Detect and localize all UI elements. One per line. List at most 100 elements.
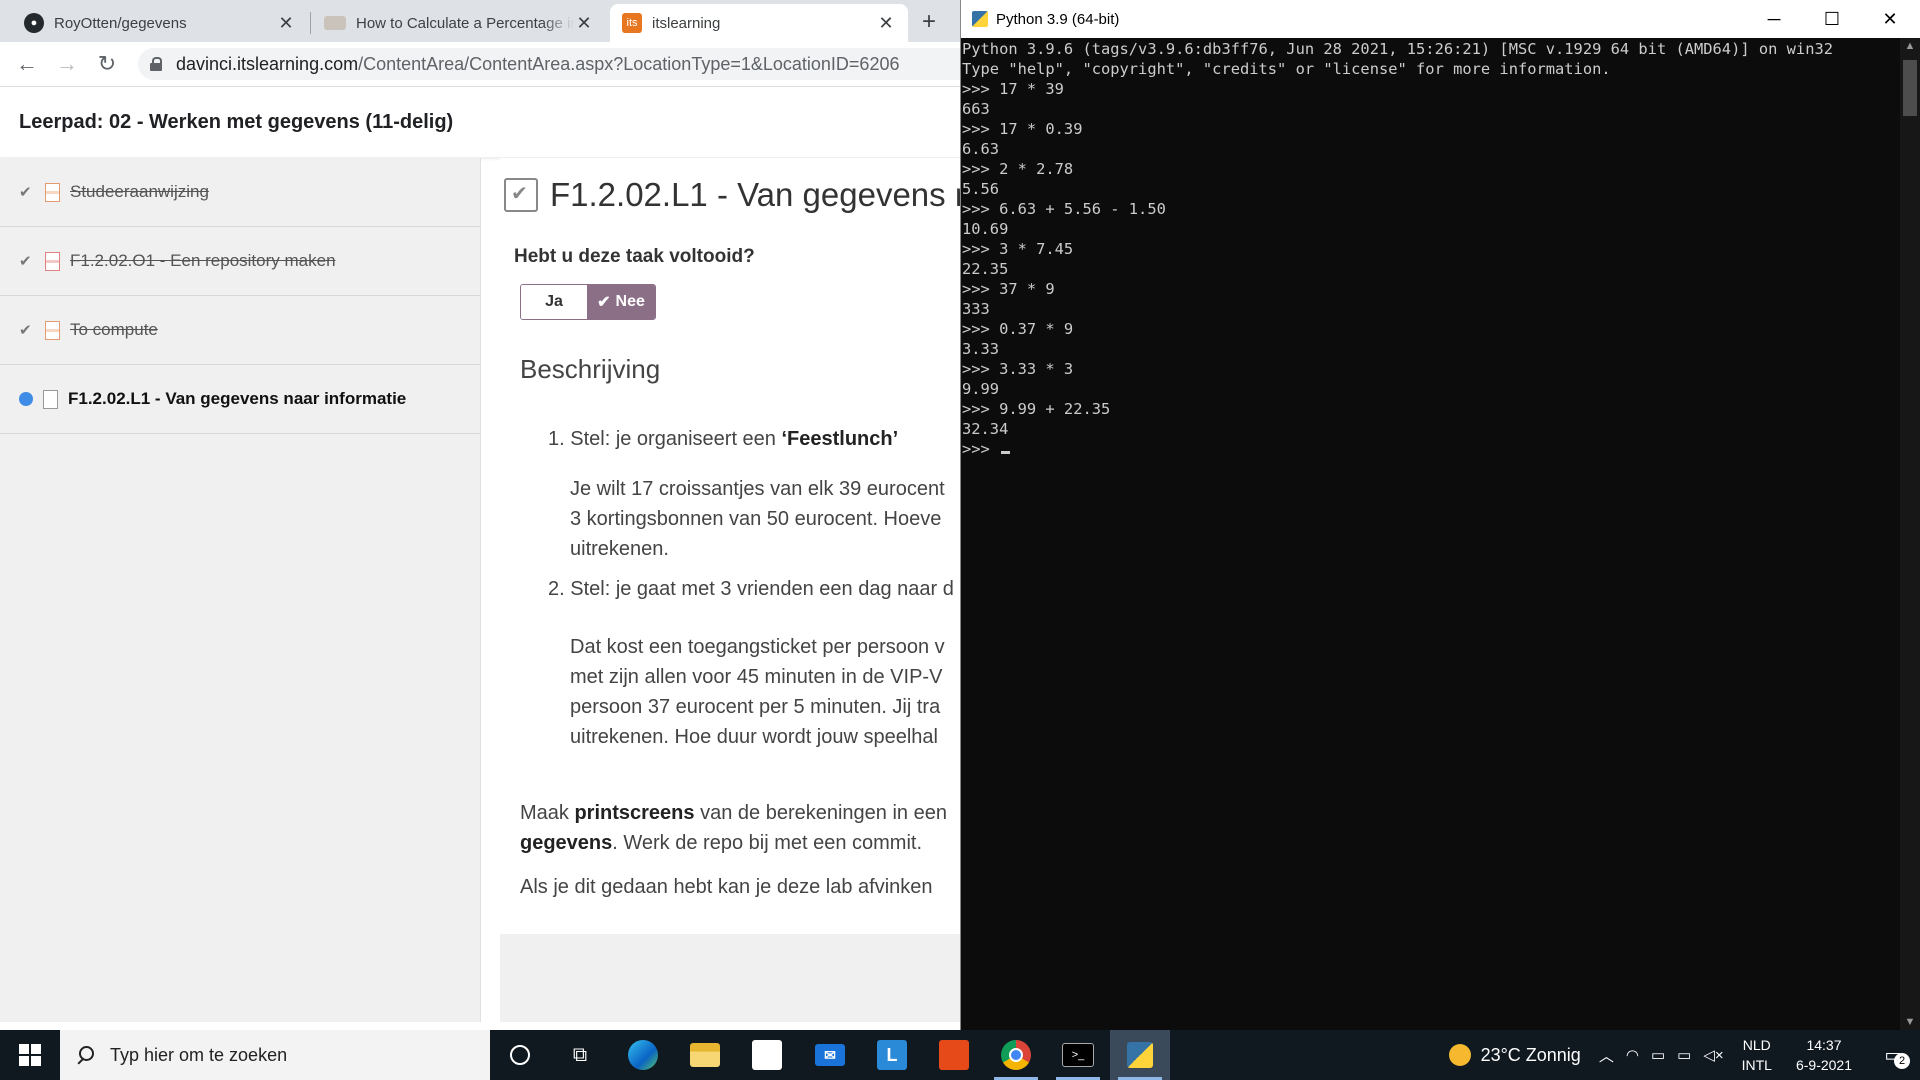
close-tab-icon[interactable]: ✕ [876,13,896,34]
scrollbar[interactable]: ▲ ▼ [1900,38,1920,1030]
console-line: 333 [962,300,990,318]
file-explorer-button[interactable] [675,1030,735,1080]
meet-now-icon[interactable]: ▭ [1651,1046,1665,1064]
clock-time: 14:37 [1806,1037,1842,1053]
terminal-button[interactable]: >_ [1048,1030,1108,1080]
battery-icon[interactable]: ▭ [1677,1046,1691,1064]
paragraph-line: uitrekenen. [570,538,669,560]
notification-button[interactable]: ▭ 2 [1876,1038,1910,1072]
taskbar: Typ hier om te zoeken ⧉ ✉ L >_ 23°C Zonn… [0,1030,1920,1080]
forward-arrow-icon[interactable]: → [53,50,81,78]
language-code: NLD [1742,1037,1771,1053]
sidebar-item-label: Studeeraanwijzing [70,182,209,201]
no-button[interactable]: ✔ Nee [587,285,655,319]
system-tray: 23°C Zonnig ︿ ◠ ▭ ▭ ◁× NLD INTL 14:37 6-… [1448,1030,1920,1080]
office-icon [939,1040,969,1070]
title-bar[interactable]: Python 3.9 (64-bit) ─ ☐ ✕ [961,0,1920,38]
office-button[interactable] [924,1030,984,1080]
python-taskbar-button[interactable] [1110,1030,1170,1080]
url-path: /ContentArea/ContentArea.aspx?LocationTy… [358,53,900,74]
chevron-up-icon[interactable]: ︿ [1599,1045,1614,1066]
sidebar-item-studeeraanwijzing[interactable]: ✔ Studeeraanwijzing [0,158,480,227]
document-icon [45,182,60,202]
search-placeholder: Typ hier om te zoeken [110,1044,288,1065]
clock[interactable]: 14:37 6-9-2021 [1796,1035,1852,1075]
current-indicator-icon [19,392,33,406]
console-line: >>> 3.33 * 3 [962,360,1074,378]
task-view-button[interactable]: ⧉ [550,1030,610,1080]
console-prompt-line[interactable]: >>> [962,439,1897,459]
sidebar-item-label: To compute [70,320,158,339]
lock-icon[interactable] [150,57,162,71]
mail-button[interactable]: ✉ [800,1030,860,1080]
clock-date: 6-9-2021 [1795,1057,1852,1073]
text-cursor [1001,451,1011,454]
scroll-down-icon[interactable]: ▼ [1900,1016,1920,1028]
console-line: >>> 2 * 2.78 [962,160,1074,178]
speaker-muted-icon[interactable]: ◁× [1703,1046,1723,1064]
weather-widget[interactable]: 23°C Zonnig [1448,1044,1581,1066]
search-icon [76,1046,94,1064]
console-line: >>> 6.63 + 5.56 - 1.50 [962,200,1166,218]
no-label: Nee [615,293,645,310]
text: van de berekeningen in een [694,802,947,824]
scroll-thumb[interactable] [1903,60,1917,116]
cortana-icon [510,1045,530,1065]
console-line: Python 3.9.6 (tags/v3.9.6:db3ff76, Jun 2… [962,40,1833,58]
start-button[interactable] [0,1030,60,1080]
console-line: 5.56 [962,180,1000,198]
close-tab-icon[interactable]: ✕ [276,13,296,34]
file-explorer-icon [690,1043,720,1067]
chrome-button[interactable] [986,1030,1046,1080]
task-view-icon: ⧉ [572,1043,588,1066]
console-line: 32.34 [962,420,1009,438]
page-background [500,934,960,1022]
sidebar-item-to-compute[interactable]: ✔ To compute [0,296,480,365]
tab-title: RoyOtten/gegevens [54,14,187,32]
console-line: >>> 37 * 9 [962,280,1055,298]
python-icon [1127,1042,1153,1068]
sun-icon [1448,1044,1471,1066]
language-indicator[interactable]: NLD INTL [1742,1035,1772,1075]
console-line: >>> 9.99 + 22.35 [962,400,1111,418]
task-content: F1.2.02.L1 - Van gegevens na Hebt u deze… [500,158,992,934]
tab-github[interactable]: ● RoyOtten/gegevens ✕ [12,4,308,42]
sidebar-item-repository[interactable]: ✔ F1.2.02.O1 - Een repository maken [0,227,480,296]
maximize-button[interactable]: ☐ [1803,0,1861,38]
bold-text: gegevens [520,832,613,854]
taskbar-search[interactable]: Typ hier om te zoeken [60,1030,490,1080]
back-arrow-icon[interactable]: ← [13,50,41,78]
console-output[interactable]: Python 3.9.6 (tags/v3.9.6:db3ff76, Jun 2… [962,39,1897,1029]
close-tab-icon[interactable]: ✕ [574,13,594,34]
wifi-icon[interactable]: ◠ [1626,1046,1639,1064]
reload-icon[interactable]: ↻ [93,50,121,78]
itslearning-taskbar-button[interactable]: L [862,1030,922,1080]
close-button[interactable]: ✕ [1861,0,1919,38]
sidebar-item-current-task[interactable]: F1.2.02.L1 - Van gegevens naar informati… [0,365,480,434]
console-line: >>> 3 * 7.45 [962,240,1074,258]
mail-icon: ✉ [815,1044,845,1066]
page-title: Leerpad: 02 - Werken met gegevens (11-de… [19,111,454,133]
cortana-button[interactable] [490,1030,550,1080]
site-favicon [324,16,346,30]
python-console-window: Python 3.9 (64-bit) ─ ☐ ✕ Python 3.9.6 (… [960,0,1920,1030]
minimize-button[interactable]: ─ [1745,0,1803,38]
edge-button[interactable] [613,1030,673,1080]
completion-question: Hebt u deze taak voltooid? [514,246,755,267]
new-tab-button[interactable]: + [922,8,936,36]
store-button[interactable] [737,1030,797,1080]
tab-itslearning[interactable]: its itslearning ✕ [610,4,908,42]
checkmark-icon: ✔ [597,294,611,311]
windows-logo-icon [19,1044,41,1066]
sidebar-item-label: F1.2.02.O1 - Een repository maken [70,251,336,270]
list-item-bold: ‘Feestlunch’ [781,428,899,450]
yes-button[interactable]: Ja [521,285,587,319]
description-heading: Beschrijving [520,354,661,384]
console-prompt: >>> [962,440,1000,458]
console-line: 22.35 [962,260,1009,278]
window-title: Python 3.9 (64-bit) [996,10,1120,28]
scroll-up-icon[interactable]: ▲ [1900,40,1920,52]
instruction-paragraph: Maak printscreens van de berekeningen in… [520,798,947,858]
tab-percentage[interactable]: How to Calculate a Percentage in ✕ [312,4,606,42]
keyboard-layout: INTL [1741,1057,1772,1073]
